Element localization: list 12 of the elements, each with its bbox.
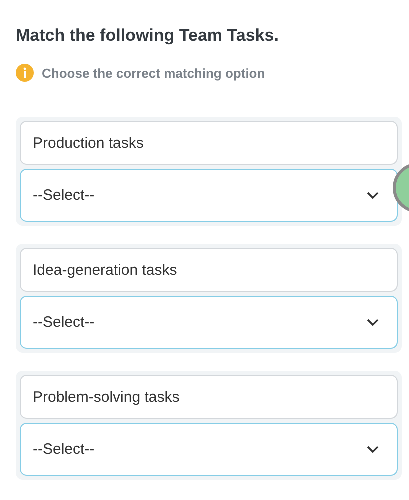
question-title: Match the following Team Tasks. [16, 26, 280, 46]
chevron-down-icon [367, 318, 379, 326]
prompt-text: Production tasks [20, 121, 398, 165]
select-dropdown[interactable]: --Select-- [20, 423, 398, 476]
chevron-down-icon [367, 192, 379, 200]
info-icon [16, 64, 34, 82]
prompt-text: Problem-solving tasks [20, 375, 398, 419]
instruction-text: Choose the correct matching option [42, 66, 266, 80]
select-dropdown[interactable]: --Select-- [20, 169, 398, 222]
chevron-down-icon [367, 446, 379, 454]
prompt-text: Idea-generation tasks [20, 248, 398, 292]
select-dropdown[interactable]: --Select-- [20, 296, 398, 349]
